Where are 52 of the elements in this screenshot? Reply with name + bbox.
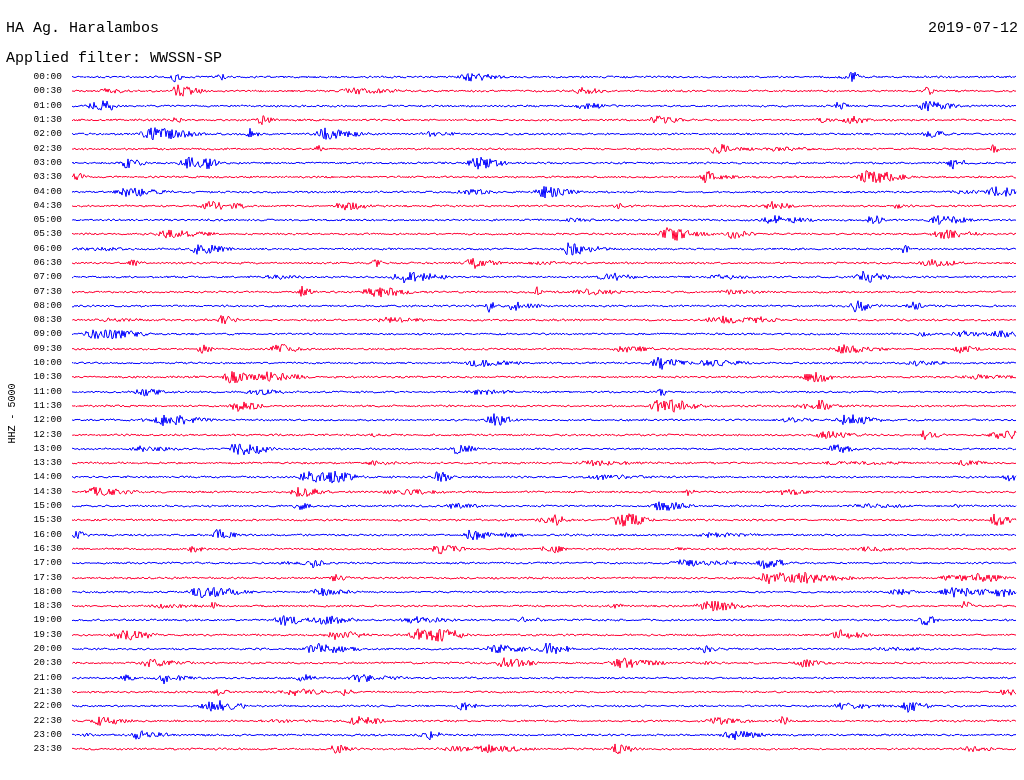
date-label: 2019-07-12 bbox=[928, 20, 1018, 38]
time-label: 18:30 bbox=[32, 601, 62, 612]
time-label: 05:00 bbox=[32, 215, 62, 226]
time-label: 22:30 bbox=[32, 715, 62, 726]
station-title: HA Ag. Haralambos bbox=[6, 20, 160, 38]
time-label: 17:30 bbox=[32, 572, 62, 583]
time-label: 21:30 bbox=[32, 686, 62, 697]
time-label: 22:00 bbox=[32, 701, 62, 712]
axis-label: HHZ - 5000 bbox=[5, 383, 19, 444]
time-label: 23:30 bbox=[32, 744, 62, 755]
time-label: 11:00 bbox=[32, 386, 62, 397]
time-label: 08:30 bbox=[32, 315, 62, 326]
time-label: 08:00 bbox=[32, 300, 62, 311]
time-label: 13:00 bbox=[32, 443, 62, 454]
time-label: 02:30 bbox=[32, 143, 62, 154]
time-label: 01:30 bbox=[32, 115, 62, 126]
time-label: 20:00 bbox=[32, 644, 62, 654]
time-label: 06:00 bbox=[32, 243, 62, 254]
time-label: 14:30 bbox=[32, 486, 62, 497]
time-label: 09:00 bbox=[32, 329, 62, 340]
time-label: 00:30 bbox=[32, 86, 62, 97]
time-label: 07:00 bbox=[32, 272, 62, 283]
time-label: 09:30 bbox=[32, 343, 62, 354]
time-label: 03:30 bbox=[32, 172, 62, 183]
time-label: 15:30 bbox=[32, 515, 62, 526]
time-label: 19:00 bbox=[32, 615, 62, 626]
time-label: 19:30 bbox=[32, 629, 62, 640]
time-label: 16:30 bbox=[32, 543, 62, 554]
time-label: 04:30 bbox=[32, 200, 62, 211]
time-label: 06:30 bbox=[32, 258, 62, 268]
time-label: 00:00 bbox=[32, 72, 62, 83]
time-label: 12:00 bbox=[32, 415, 62, 426]
time-label: 10:00 bbox=[32, 358, 62, 369]
time-label: 10:30 bbox=[32, 372, 62, 383]
time-label: 17:00 bbox=[32, 558, 62, 569]
time-label: 07:30 bbox=[32, 286, 62, 297]
time-label: 04:00 bbox=[32, 186, 62, 197]
time-label: 21:00 bbox=[32, 672, 62, 683]
time-label: 23:00 bbox=[32, 729, 62, 740]
time-label: 16:00 bbox=[32, 529, 62, 540]
time-label: 20:30 bbox=[32, 658, 62, 669]
time-label: 18:00 bbox=[32, 586, 62, 597]
filter-label: Applied filter: WWSSN-SP bbox=[6, 50, 223, 67]
time-label: 12:30 bbox=[32, 429, 62, 440]
time-label: 01:00 bbox=[32, 100, 62, 111]
time-label: 03:00 bbox=[32, 157, 62, 168]
time-label: 02:00 bbox=[32, 129, 62, 140]
time-label: 14:00 bbox=[32, 472, 62, 483]
time-label: 15:00 bbox=[32, 501, 62, 512]
time-label: 13:30 bbox=[32, 458, 62, 469]
time-label: 05:30 bbox=[32, 229, 62, 240]
time-label: 11:30 bbox=[32, 400, 62, 411]
